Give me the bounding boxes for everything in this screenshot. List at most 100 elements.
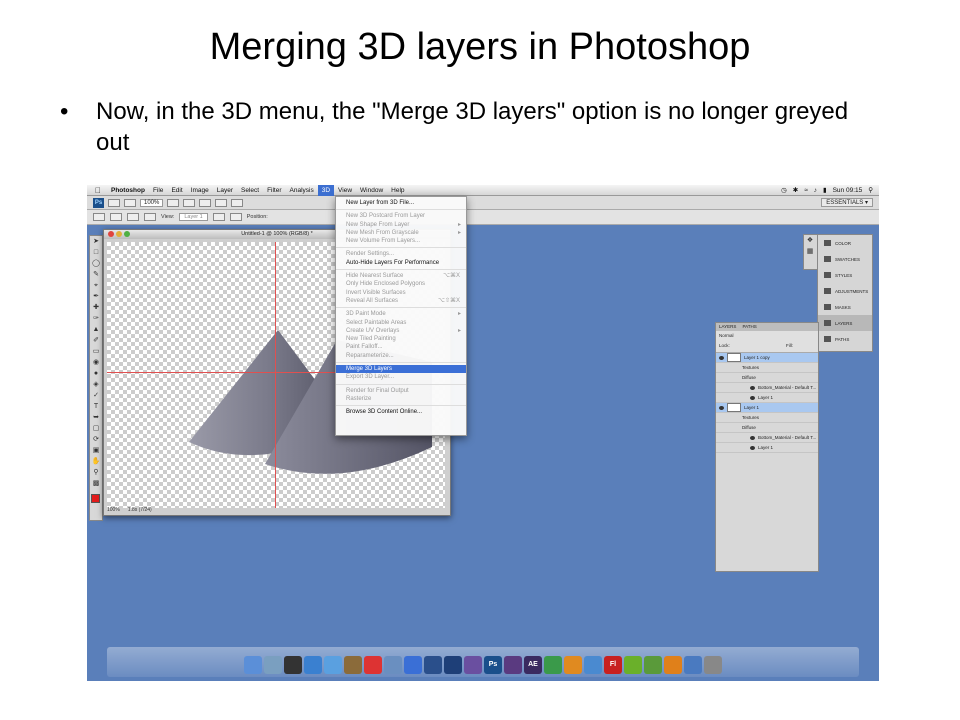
photoshop-logo[interactable]: Ps bbox=[93, 197, 104, 208]
panel-paths[interactable]: PATHS bbox=[818, 331, 872, 347]
quick-select-tool-icon[interactable]: ✎ bbox=[90, 270, 102, 280]
dock-dashboard-icon[interactable] bbox=[284, 656, 302, 674]
foreground-color-swatch[interactable] bbox=[91, 494, 100, 503]
hand-tool-icon-2[interactable]: ✋ bbox=[90, 457, 102, 467]
dock-web-icon[interactable] bbox=[584, 656, 602, 674]
menu-app-name[interactable]: Photoshop bbox=[107, 185, 149, 196]
layer-sub-row[interactable]: Diffuse bbox=[716, 423, 818, 433]
move-tool-icon[interactable]: ➤ bbox=[90, 237, 102, 247]
panel-adjustments[interactable]: ADJUSTMENTS bbox=[818, 283, 872, 299]
delete-view-icon[interactable] bbox=[229, 213, 242, 221]
screen-mode-icon[interactable] bbox=[231, 198, 244, 207]
zoom-window-icon[interactable] bbox=[124, 231, 130, 237]
visibility-eye-icon[interactable] bbox=[719, 355, 724, 360]
dock-illustrator-icon[interactable] bbox=[564, 656, 582, 674]
menu-item-new-layer-from-3d-file[interactable]: New Layer from 3D File... bbox=[336, 199, 466, 207]
marquee-tool-icon[interactable]: □ bbox=[90, 248, 102, 258]
visibility-eye-icon[interactable] bbox=[750, 395, 755, 400]
dodge-tool-icon[interactable]: ◈ bbox=[90, 380, 102, 390]
default-colors-icon[interactable]: ▩ bbox=[90, 479, 102, 489]
menu-edit[interactable]: Edit bbox=[167, 185, 186, 196]
visibility-eye-icon[interactable] bbox=[719, 405, 724, 410]
dock-photoshop-cs3-icon[interactable] bbox=[424, 656, 442, 674]
tab-layers[interactable]: LAYERS bbox=[719, 323, 736, 331]
minimize-window-icon[interactable] bbox=[116, 231, 122, 237]
menu-select[interactable]: Select bbox=[237, 185, 263, 196]
dock-ichat-icon[interactable] bbox=[324, 656, 342, 674]
dock-photoshop-cs4-icon[interactable] bbox=[444, 656, 462, 674]
dock-chrome-icon[interactable] bbox=[544, 656, 562, 674]
volume-icon[interactable]: ♪ bbox=[814, 185, 817, 196]
path-select-tool-icon[interactable]: ➥ bbox=[90, 413, 102, 423]
visibility-eye-icon[interactable] bbox=[750, 385, 755, 390]
apple-menu-icon[interactable]:  bbox=[87, 185, 107, 196]
hand-tool-icon[interactable] bbox=[167, 198, 180, 207]
menu-item-merge-3d-layers[interactable]: Merge 3D Layers bbox=[336, 365, 466, 374]
panel-swatches[interactable]: SWATCHES bbox=[818, 251, 872, 267]
eraser-tool-icon[interactable]: ▭ bbox=[90, 347, 102, 357]
menu-item-browse-3d-content-online[interactable]: Browse 3D Content Online... bbox=[336, 408, 466, 416]
dock-dreamweaver-icon[interactable] bbox=[644, 656, 662, 674]
tab-paths[interactable]: PATHS bbox=[742, 323, 756, 331]
layer-sub-row[interactable]: Bottom_Material - Default T... bbox=[716, 383, 818, 393]
roll-3d-icon[interactable] bbox=[127, 213, 139, 221]
visibility-eye-icon[interactable] bbox=[750, 445, 755, 450]
menu-window[interactable]: Window bbox=[356, 185, 387, 196]
dock-finder-icon[interactable] bbox=[244, 656, 262, 674]
view-select[interactable]: Layer 1 bbox=[179, 213, 208, 221]
shape-tool-icon[interactable]: ▢ bbox=[90, 424, 102, 434]
wifi-icon[interactable]: ≈ bbox=[804, 185, 808, 196]
panel-layers[interactable]: LAYERS bbox=[818, 315, 872, 331]
rotate-view-icon[interactable] bbox=[199, 198, 212, 207]
3d-panel-icon[interactable]: ❖ bbox=[804, 236, 816, 246]
pen-tool-icon[interactable]: ✓ bbox=[90, 391, 102, 401]
dock-vlc-icon[interactable] bbox=[664, 656, 682, 674]
time-machine-icon[interactable]: ◷ bbox=[781, 185, 787, 196]
layer-sub-row[interactable]: Layer 1 bbox=[716, 443, 818, 453]
dock-fireworks-icon[interactable] bbox=[624, 656, 642, 674]
gradient-tool-icon[interactable]: ◉ bbox=[90, 358, 102, 368]
layer-sub-row[interactable]: Diffuse bbox=[716, 373, 818, 383]
zoom-tool-icon-2[interactable]: ⚲ bbox=[90, 468, 102, 478]
info-panel-icon[interactable]: ▦ bbox=[804, 247, 816, 257]
spotlight-icon[interactable]: ⚲ bbox=[868, 185, 873, 196]
dock-mail-icon[interactable] bbox=[344, 656, 362, 674]
crop-tool-icon[interactable]: ⌖ bbox=[90, 281, 102, 291]
menu-analysis[interactable]: Analysis bbox=[286, 185, 318, 196]
layer-sub-row[interactable]: Layer 1 bbox=[716, 393, 818, 403]
type-tool-icon[interactable]: T bbox=[90, 402, 102, 412]
layer-sub-row[interactable]: Textures bbox=[716, 363, 818, 373]
zoom-tool-icon[interactable] bbox=[183, 198, 196, 207]
save-view-icon[interactable] bbox=[212, 213, 225, 221]
panel-styles[interactable]: STYLES bbox=[818, 267, 872, 283]
blend-mode-select[interactable]: Normal bbox=[719, 333, 734, 338]
status-zoom[interactable]: 100% bbox=[107, 507, 120, 514]
layer-row[interactable]: Layer 1 copy bbox=[716, 353, 818, 363]
layer-sub-row[interactable]: Textures bbox=[716, 413, 818, 423]
battery-icon[interactable]: ▮ bbox=[823, 185, 827, 196]
menu-3d[interactable]: 3D bbox=[317, 185, 335, 196]
tool-preset-icon[interactable] bbox=[93, 213, 105, 221]
drag-3d-icon[interactable] bbox=[144, 213, 156, 221]
clock[interactable]: Sun 09:15 bbox=[833, 185, 863, 196]
3d-camera-tool-icon[interactable]: ▣ bbox=[90, 446, 102, 456]
lasso-tool-icon[interactable]: ◯ bbox=[90, 259, 102, 269]
panel-masks[interactable]: MASKS bbox=[818, 299, 872, 315]
bluetooth-icon[interactable]: ✱ bbox=[793, 185, 798, 196]
dock-ps-icon[interactable]: Ps bbox=[484, 656, 502, 674]
dock-flash-icon[interactable]: Fl bbox=[604, 656, 622, 674]
workspace-switcher[interactable]: ESSENTIALS ▾ bbox=[821, 198, 873, 207]
eyedropper-tool-icon[interactable]: ✒ bbox=[90, 292, 102, 302]
dock-preview-icon[interactable] bbox=[264, 656, 282, 674]
menu-filter[interactable]: Filter bbox=[263, 185, 285, 196]
rotate-3d-icon[interactable] bbox=[110, 213, 122, 221]
stamp-tool-icon[interactable]: ▲ bbox=[90, 325, 102, 335]
healing-tool-icon[interactable]: ✚ bbox=[90, 303, 102, 313]
layer-row[interactable]: Layer 1 bbox=[716, 403, 818, 413]
menu-image[interactable]: Image bbox=[187, 185, 213, 196]
zoom-level[interactable]: 100% bbox=[140, 198, 164, 207]
bridge-icon[interactable] bbox=[108, 198, 120, 207]
layer-sub-row[interactable]: Bottom_Material - Default T... bbox=[716, 433, 818, 443]
vertical-guide[interactable] bbox=[275, 242, 276, 508]
dock-itunes-icon[interactable] bbox=[404, 656, 422, 674]
